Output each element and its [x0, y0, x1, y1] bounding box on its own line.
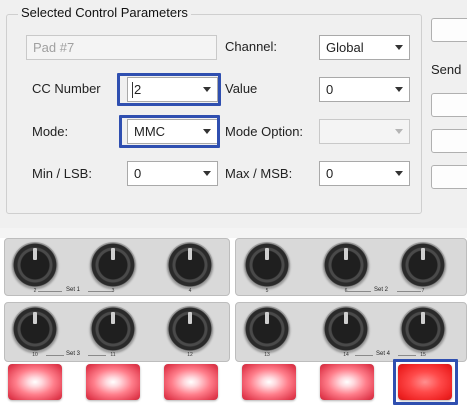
- knob-2[interactable]: [12, 242, 58, 288]
- knob-label: 15: [420, 352, 426, 358]
- knob-12[interactable]: [167, 306, 213, 352]
- set-divider: [46, 355, 64, 356]
- send-button-3[interactable]: [431, 165, 467, 189]
- chevron-down-icon: [395, 171, 403, 176]
- min-lsb-select[interactable]: 0: [127, 161, 218, 186]
- set-label: Set 4: [376, 351, 391, 357]
- max-msb-select[interactable]: 0: [319, 161, 410, 186]
- send-label: Send: [431, 62, 462, 77]
- mode-option-select: [319, 119, 410, 144]
- set-label: Set 2: [374, 287, 389, 293]
- set-divider: [88, 291, 112, 292]
- min-lsb-select-value: 0: [134, 166, 142, 181]
- max-msb-label: Max / MSB:: [225, 166, 293, 181]
- pad-3[interactable]: [164, 364, 218, 400]
- send-button-1[interactable]: [431, 93, 467, 117]
- set-label: Set 3: [66, 351, 81, 357]
- min-lsb-label: Min / LSB:: [32, 166, 92, 181]
- knob-4[interactable]: [167, 242, 213, 288]
- channel-select-value: Global: [326, 40, 364, 55]
- set-divider: [88, 355, 106, 356]
- knob-14[interactable]: [323, 306, 369, 352]
- mode-select[interactable]: MMC: [127, 119, 218, 144]
- pad-2[interactable]: [86, 364, 140, 400]
- value-select[interactable]: 0: [319, 77, 410, 102]
- pad-name-field: Pad #7: [26, 35, 217, 60]
- chevron-down-icon: [203, 129, 211, 134]
- text-cursor: [132, 82, 133, 98]
- knob-13[interactable]: [244, 306, 290, 352]
- knob-7[interactable]: [400, 242, 446, 288]
- right-panel-button[interactable]: [431, 18, 467, 42]
- pad-6[interactable]: [398, 364, 452, 400]
- knob-6[interactable]: [323, 242, 369, 288]
- chevron-down-icon: [203, 171, 211, 176]
- pad-1[interactable]: [8, 364, 62, 400]
- pad-5[interactable]: [320, 364, 374, 400]
- chevron-down-icon: [203, 87, 211, 92]
- channel-select[interactable]: Global: [319, 35, 410, 60]
- send-button-2[interactable]: [431, 129, 467, 153]
- pad-4[interactable]: [242, 364, 296, 400]
- knob-10[interactable]: [12, 306, 58, 352]
- set-label: Set 1: [66, 287, 81, 293]
- knob-label: 10: [32, 352, 38, 358]
- value-label: Value: [225, 81, 258, 96]
- knob-5[interactable]: [244, 242, 290, 288]
- knob-15[interactable]: [400, 306, 446, 352]
- cc-number-select-value: 2: [134, 82, 142, 97]
- max-msb-select-value: 0: [326, 166, 334, 181]
- set-divider: [38, 291, 62, 292]
- group-title: Selected Control Parameters: [18, 5, 191, 20]
- knob-3[interactable]: [90, 242, 136, 288]
- set-divider: [397, 291, 421, 292]
- cc-number-select[interactable]: 2: [127, 77, 218, 102]
- knob-label: 13: [264, 352, 270, 358]
- set-divider: [398, 355, 416, 356]
- cc-number-label: CC Number: [32, 81, 101, 96]
- chevron-down-icon: [395, 129, 403, 134]
- control-parameters-panel: Selected Control Parameters Pad #7 Chann…: [0, 0, 467, 228]
- mode-option-label: Mode Option:: [225, 124, 304, 139]
- knob-label: 11: [110, 352, 116, 358]
- chevron-down-icon: [395, 45, 403, 50]
- set-divider: [355, 355, 373, 356]
- knob-label: 12: [187, 352, 193, 358]
- controller-edge: [0, 228, 467, 238]
- channel-label: Channel:: [225, 39, 278, 54]
- mode-label: Mode:: [32, 124, 69, 139]
- controller-image: 2 3 4 5 6 7 Set 1 Set 2 10 11 12 13 14 1…: [0, 228, 467, 418]
- knob-label: 4: [188, 288, 192, 294]
- set-divider: [345, 291, 371, 292]
- chevron-down-icon: [395, 87, 403, 92]
- value-select-value: 0: [326, 82, 334, 97]
- knob-label: 14: [343, 352, 349, 358]
- mode-select-value: MMC: [134, 124, 166, 139]
- knob-label: 5: [265, 288, 269, 294]
- knob-11[interactable]: [90, 306, 136, 352]
